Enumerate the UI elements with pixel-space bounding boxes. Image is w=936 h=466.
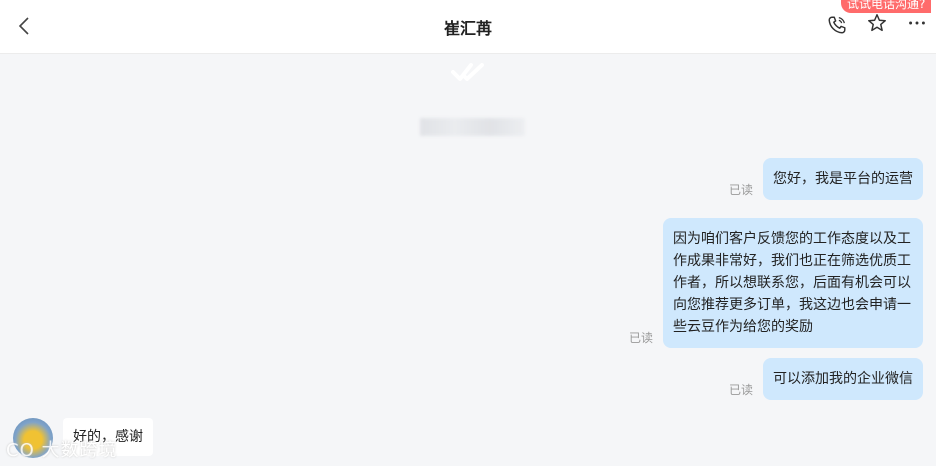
blurred-text-block (420, 118, 525, 136)
outgoing-message: 已读 因为咱们客户反馈您的工作态度以及工作成果非常好，我们也正在筛选优质工作者，… (629, 218, 923, 348)
chat-header: 崔汇苒 试试电话沟通? (0, 0, 936, 54)
more-options-button[interactable] (906, 12, 930, 36)
read-status: 已读 (628, 331, 653, 345)
read-status: 已读 (728, 383, 753, 397)
message-bubble[interactable]: 可以添加我的企业微信 (763, 358, 923, 400)
phone-icon (828, 16, 846, 34)
call-suggestion-tooltip[interactable]: 试试电话沟通? (841, 0, 932, 13)
outgoing-message: 已读 您好，我是平台的运营 (729, 158, 923, 200)
outgoing-message: 已读 可以添加我的企业微信 (729, 358, 923, 400)
more-icon (909, 21, 925, 25)
contact-name: 崔汇苒 (443, 19, 492, 38)
message-bubble[interactable]: 您好，我是平台的运营 (763, 158, 923, 200)
favorite-button[interactable] (866, 12, 890, 36)
read-status: 已读 (728, 183, 753, 197)
message-bubble[interactable]: 因为咱们客户反馈您的工作态度以及工作成果非常好，我们也正在筛选优质工作者，所以想… (663, 218, 923, 348)
watermark: CO 大数跨境 (6, 440, 118, 461)
star-icon (868, 14, 886, 32)
phone-call-button[interactable] (826, 14, 850, 38)
double-check-icon (451, 63, 484, 81)
